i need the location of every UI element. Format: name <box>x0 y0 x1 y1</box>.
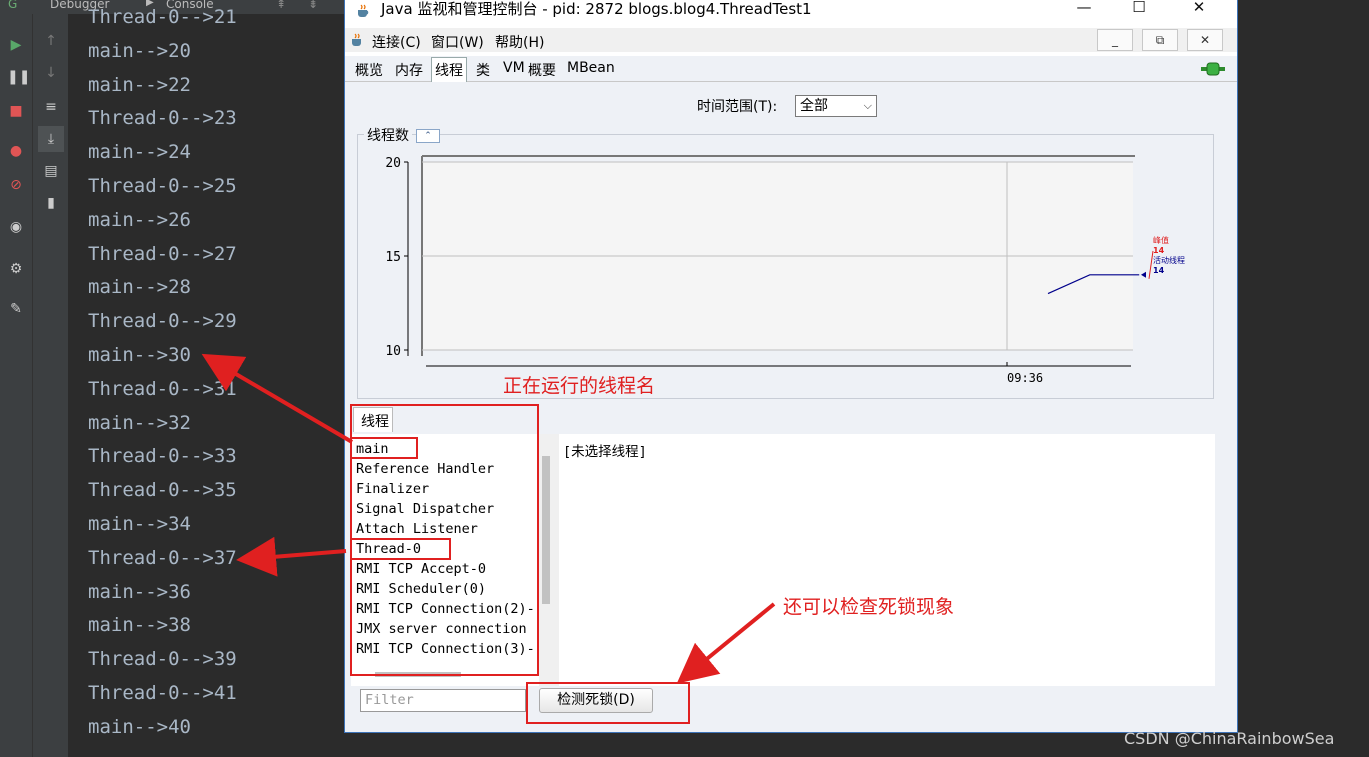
tab-overview[interactable]: 概览 <box>355 60 383 80</box>
time-range-label: 时间范围(T): <box>697 99 778 115</box>
pin-icon[interactable]: ✎ <box>7 300 25 318</box>
thread0-highlight-box <box>350 538 451 560</box>
console-line: main-->36 <box>88 580 191 603</box>
tab-mbean[interactable]: MBean <box>567 60 615 76</box>
thread-detail-pane: [未选择线程] <box>559 434 1215 686</box>
tab-bar: 概览 内存 线程 类 VM 概要 MBean <box>345 56 1237 82</box>
legend-label: 活动线程 <box>1153 255 1185 265</box>
scroll-thumb[interactable] <box>542 456 550 604</box>
current-value-marker <box>1141 271 1146 278</box>
legend-value: 14 <box>1153 266 1165 275</box>
console-line: Thread-0-->31 <box>88 377 237 400</box>
console-line: main-->20 <box>88 39 191 62</box>
console-line: main-->28 <box>88 276 191 299</box>
chevron-down-icon: ⌵ <box>863 99 872 112</box>
annotation-deadlock-check: 还可以检查死锁现象 <box>783 596 955 618</box>
console-line: Thread-0-->21 <box>88 6 237 28</box>
mute-breakpoints-icon[interactable]: ⊘ <box>7 176 25 194</box>
y-tick-label: 10 <box>385 344 401 359</box>
console-output[interactable]: Thread-0-->21 main-->20 main-->22 Thread-0-… <box>68 6 344 757</box>
java-menu-icon <box>352 33 361 46</box>
maximize-button[interactable]: ☐ <box>1119 0 1159 18</box>
debug-toolbar: ▶ ❚❚ ■ ● ⊘ ◉ ⚙ ✎ <box>0 14 32 757</box>
console-line: Thread-0-->37 <box>88 546 237 569</box>
thread-count-chart-panel: 线程数 ⌃ 10 15 20 09:36 峰值 14 活动线程 14 <box>357 125 1214 399</box>
console-line: Thread-0-->33 <box>88 445 237 468</box>
tab-threads[interactable]: 线程 <box>431 57 467 82</box>
y-tick-label: 20 <box>385 156 401 171</box>
inner-minimize-button[interactable]: _ <box>1097 29 1133 51</box>
x-tick-label: 09:36 <box>1007 371 1043 385</box>
scroll-down-icon[interactable]: ⇟ <box>308 0 318 11</box>
console-line: Thread-0-->29 <box>88 310 237 333</box>
print-icon[interactable]: ▤ <box>42 162 60 180</box>
menu-connection[interactable]: 连接(C) <box>372 32 421 52</box>
console-line: main-->32 <box>88 411 191 434</box>
console-line: main-->30 <box>88 344 191 366</box>
legend-label: 峰值 <box>1153 235 1169 245</box>
console-line: main-->34 <box>88 513 191 535</box>
console-line: main-->38 <box>88 614 191 637</box>
menu-bar: 连接(C) 窗口(W) 帮助(H) _ ⧉ ✕ <box>345 28 1237 52</box>
menu-help[interactable]: 帮助(H) <box>495 32 544 52</box>
watermark: CSDN @ChinaRainbowSea <box>1124 729 1335 748</box>
tab-classes[interactable]: 类 <box>476 60 490 80</box>
resume-icon[interactable]: ▶ <box>7 36 25 54</box>
console-line: Thread-0-->25 <box>88 175 237 197</box>
console-line: Thread-0-->27 <box>88 242 237 265</box>
soft-wrap-icon[interactable]: ≡ <box>42 98 60 116</box>
minimize-button[interactable]: — <box>1064 0 1104 18</box>
annotation-running-threads: 正在运行的线程名 <box>503 375 656 397</box>
scroll-to-end-icon[interactable]: ⤓ <box>38 126 64 152</box>
window-title: Java 监视和管理控制台 - pid: 2872 blogs.blog4.Th… <box>381 0 812 18</box>
breakpoints-icon[interactable]: ● <box>7 142 25 160</box>
app-icon: G <box>8 0 18 11</box>
settings-icon[interactable]: ⚙ <box>7 260 25 278</box>
close-button[interactable]: ✕ <box>1179 0 1219 18</box>
deadlock-button-highlight-box <box>526 682 690 724</box>
threads-list-scrollbar[interactable] <box>539 434 553 686</box>
arrow-up-icon[interactable]: ↑ <box>42 32 60 50</box>
tab-memory[interactable]: 内存 <box>395 60 423 80</box>
console-line: main-->40 <box>88 715 191 738</box>
y-tick-label: 15 <box>385 250 401 265</box>
time-range-select[interactable]: 全部 ⌵ <box>795 95 877 117</box>
console-line: main-->22 <box>88 73 191 96</box>
filter-input[interactable]: Filter <box>360 689 526 712</box>
tab-vm[interactable]: VM <box>503 60 525 76</box>
trash-icon[interactable]: ▮ <box>42 194 60 212</box>
menu-window[interactable]: 窗口(W) <box>431 32 484 52</box>
tab-summary[interactable]: 概要 <box>528 60 556 80</box>
legend-value: 14 <box>1153 246 1165 255</box>
java-cup-icon <box>358 4 369 17</box>
thread-count-chart: 10152009:36峰值14活动线程14 <box>385 155 1185 385</box>
console-line: main-->24 <box>88 141 191 164</box>
time-range-value: 全部 <box>800 98 828 114</box>
console-toolbar: ↑ ↓ ≡ ⤓ ▤ ▮ <box>32 14 68 757</box>
arrow-down-icon[interactable]: ↓ <box>42 64 60 82</box>
stop-icon[interactable]: ■ <box>7 102 25 120</box>
main-thread-highlight-box <box>350 437 418 459</box>
console-line: Thread-0-->41 <box>88 682 237 704</box>
console-line: main-->26 <box>88 208 191 231</box>
console-line: Thread-0-->39 <box>88 648 237 671</box>
inner-restore-button[interactable]: ⧉ <box>1142 29 1178 51</box>
connection-status-icon <box>1201 62 1225 76</box>
scroll-up-icon[interactable]: ⇞ <box>276 0 286 11</box>
console-line: Thread-0-->23 <box>88 107 237 130</box>
ide-editor-background <box>1238 0 1369 757</box>
console-line: Thread-0-->35 <box>88 479 237 502</box>
camera-icon[interactable]: ◉ <box>7 218 25 236</box>
inner-close-button[interactable]: ✕ <box>1187 29 1223 51</box>
pause-icon[interactable]: ❚❚ <box>7 68 30 86</box>
thread-detail-text: [未选择线程] <box>563 444 647 460</box>
title-bar[interactable]: Java 监视和管理控制台 - pid: 2872 blogs.blog4.Th… <box>345 0 1237 22</box>
